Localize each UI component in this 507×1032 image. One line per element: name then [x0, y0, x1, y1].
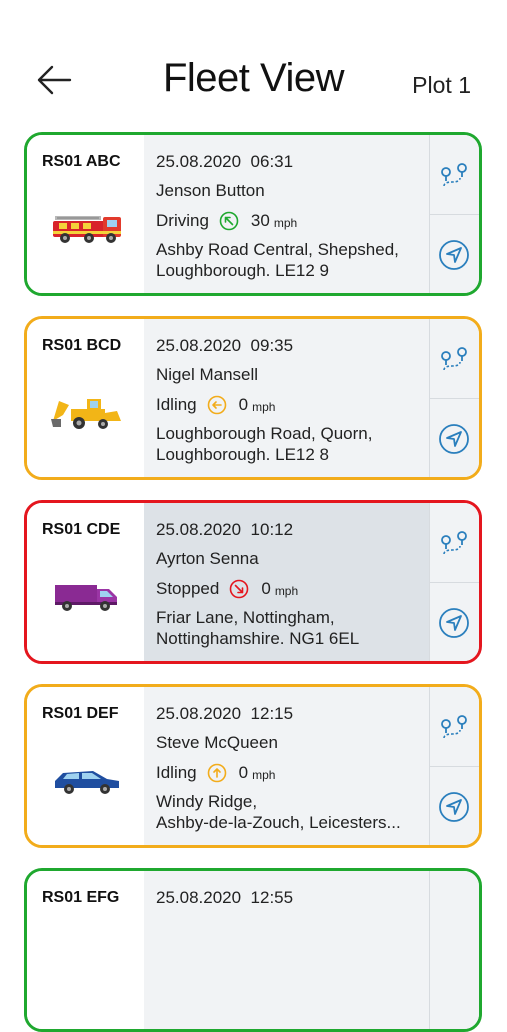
status-row: Idling 0 mph: [156, 395, 275, 415]
status-label: Stopped: [156, 579, 220, 598]
vehicle-id-panel: RS01 DEF: [27, 687, 144, 845]
registration: RS01 DEF: [42, 705, 119, 722]
speed-unit: mph: [273, 216, 298, 230]
registration: RS01 CDE: [42, 521, 121, 538]
vehicle-card[interactable]: RS01 DEF 25.08.2020 12:15 Steve McQueen …: [24, 684, 482, 848]
van-icon: [55, 585, 117, 611]
vehicle-card[interactable]: RS01 BCD 25.08.2020 09:35 Nigel Mansell …: [24, 316, 482, 480]
timestamp: 25.08.2020 10:12: [156, 520, 294, 539]
driver-name: Steve McQueen: [156, 733, 278, 752]
route-icon[interactable]: [438, 714, 470, 746]
vehicle-details: 25.08.2020 10:12 Ayrton Senna Stopped 0 …: [144, 503, 434, 661]
address-line-1: Loughborough Road, Quorn,: [156, 424, 373, 443]
vehicle-details: 25.08.2020 12:15 Steve McQueen Idling 0 …: [144, 687, 434, 845]
arrow-left-circle-icon: [207, 395, 226, 415]
address: Loughborough Road, Quorn, Loughborough. …: [156, 423, 372, 465]
vehicle-details: 25.08.2020 09:35 Nigel Mansell Idling 0 …: [144, 319, 434, 477]
fire-engine-icon: [53, 216, 121, 243]
arrow-down-right-circle-icon: [230, 579, 249, 599]
car-icon: [55, 771, 119, 794]
timestamp: 25.08.2020 12:55: [156, 888, 294, 907]
plot-selector[interactable]: Plot 1: [412, 72, 471, 99]
arrow-up-circle-icon: [207, 763, 226, 783]
address-line-1: Friar Lane, Nottingham,: [156, 608, 335, 627]
navigate-icon[interactable]: [438, 423, 470, 455]
address-line-1: Ashby Road Central, Shepshed,: [156, 240, 399, 259]
speed-value: 0: [238, 395, 249, 414]
vehicle-id-panel: RS01 BCD: [27, 319, 144, 477]
driver-name: Nigel Mansell: [156, 365, 259, 384]
address-line-1: Windy Ridge,: [156, 792, 258, 811]
address: Friar Lane, Nottingham, Nottinghamshire.…: [156, 607, 359, 649]
vehicle-id-panel: RS01 CDE: [27, 503, 144, 661]
address-line-2: Nottinghamshire. NG1 6EL: [156, 629, 360, 648]
vehicle-id-panel: RS01 ABC: [27, 135, 144, 293]
timestamp: 25.08.2020 12:15: [156, 704, 294, 723]
speed-unit: mph: [252, 400, 276, 414]
vehicle-card[interactable]: RS01 ABC 25.08.2020 06:31 Jenson Button …: [24, 132, 482, 296]
registration: RS01 EFG: [42, 889, 120, 906]
driver-name: Ayrton Senna: [156, 549, 259, 568]
address-line-2: Loughborough. LE12 9: [156, 261, 329, 280]
driver-name: Jenson Button: [156, 181, 265, 200]
vehicle-details: 25.08.2020 06:31 Jenson Button Driving 3…: [144, 135, 434, 293]
route-icon[interactable]: [438, 530, 470, 562]
status-label: Driving: [156, 211, 209, 230]
address-line-2: Loughborough. LE12 8: [156, 445, 329, 464]
status-row: Driving 30 mph: [156, 211, 297, 231]
status-row: Idling 0 mph: [156, 763, 275, 783]
status-label: Idling: [156, 763, 197, 782]
navigate-icon[interactable]: [438, 791, 470, 823]
header: Fleet View Plot 1: [0, 0, 507, 130]
status-label: Idling: [156, 395, 197, 414]
timestamp: 25.08.2020 09:35: [156, 336, 294, 355]
address: Ashby Road Central, Shepshed, Loughborou…: [156, 239, 399, 281]
vehicle-card[interactable]: RS01 EFG 25.08.2020 12:55: [24, 868, 482, 1032]
address-line-2: Ashby-de-la-Zouch, Leicesters...: [156, 813, 401, 832]
digger-icon: [51, 399, 121, 429]
timestamp: 25.08.2020 06:31: [156, 152, 294, 171]
vehicle-id-panel: RS01 EFG: [27, 871, 144, 1029]
registration: RS01 BCD: [42, 337, 122, 354]
speed-unit: mph: [252, 768, 276, 782]
navigate-icon[interactable]: [438, 239, 470, 271]
navigate-icon[interactable]: [438, 607, 470, 639]
status-row: Stopped 0 mph: [156, 579, 298, 599]
arrow-up-left-circle-icon: [219, 211, 239, 231]
card-actions: [429, 135, 479, 293]
vehicle-card[interactable]: RS01 CDE 25.08.2020 10:12 Ayrton Senna S…: [24, 500, 482, 664]
speed-value: 30: [250, 211, 270, 230]
speed-unit: mph: [274, 584, 299, 598]
speed-value: 0: [238, 763, 249, 782]
registration: RS01 ABC: [42, 153, 121, 170]
address: Windy Ridge, Ashby-de-la-Zouch, Leiceste…: [156, 791, 401, 833]
card-actions: [429, 503, 479, 661]
card-actions: [429, 319, 479, 477]
route-icon[interactable]: [438, 162, 470, 194]
card-actions: [429, 687, 479, 845]
vehicle-details: 25.08.2020 12:55: [144, 871, 434, 1029]
card-actions: [429, 871, 479, 1029]
speed-value: 0: [261, 579, 271, 598]
route-icon[interactable]: [438, 346, 470, 378]
